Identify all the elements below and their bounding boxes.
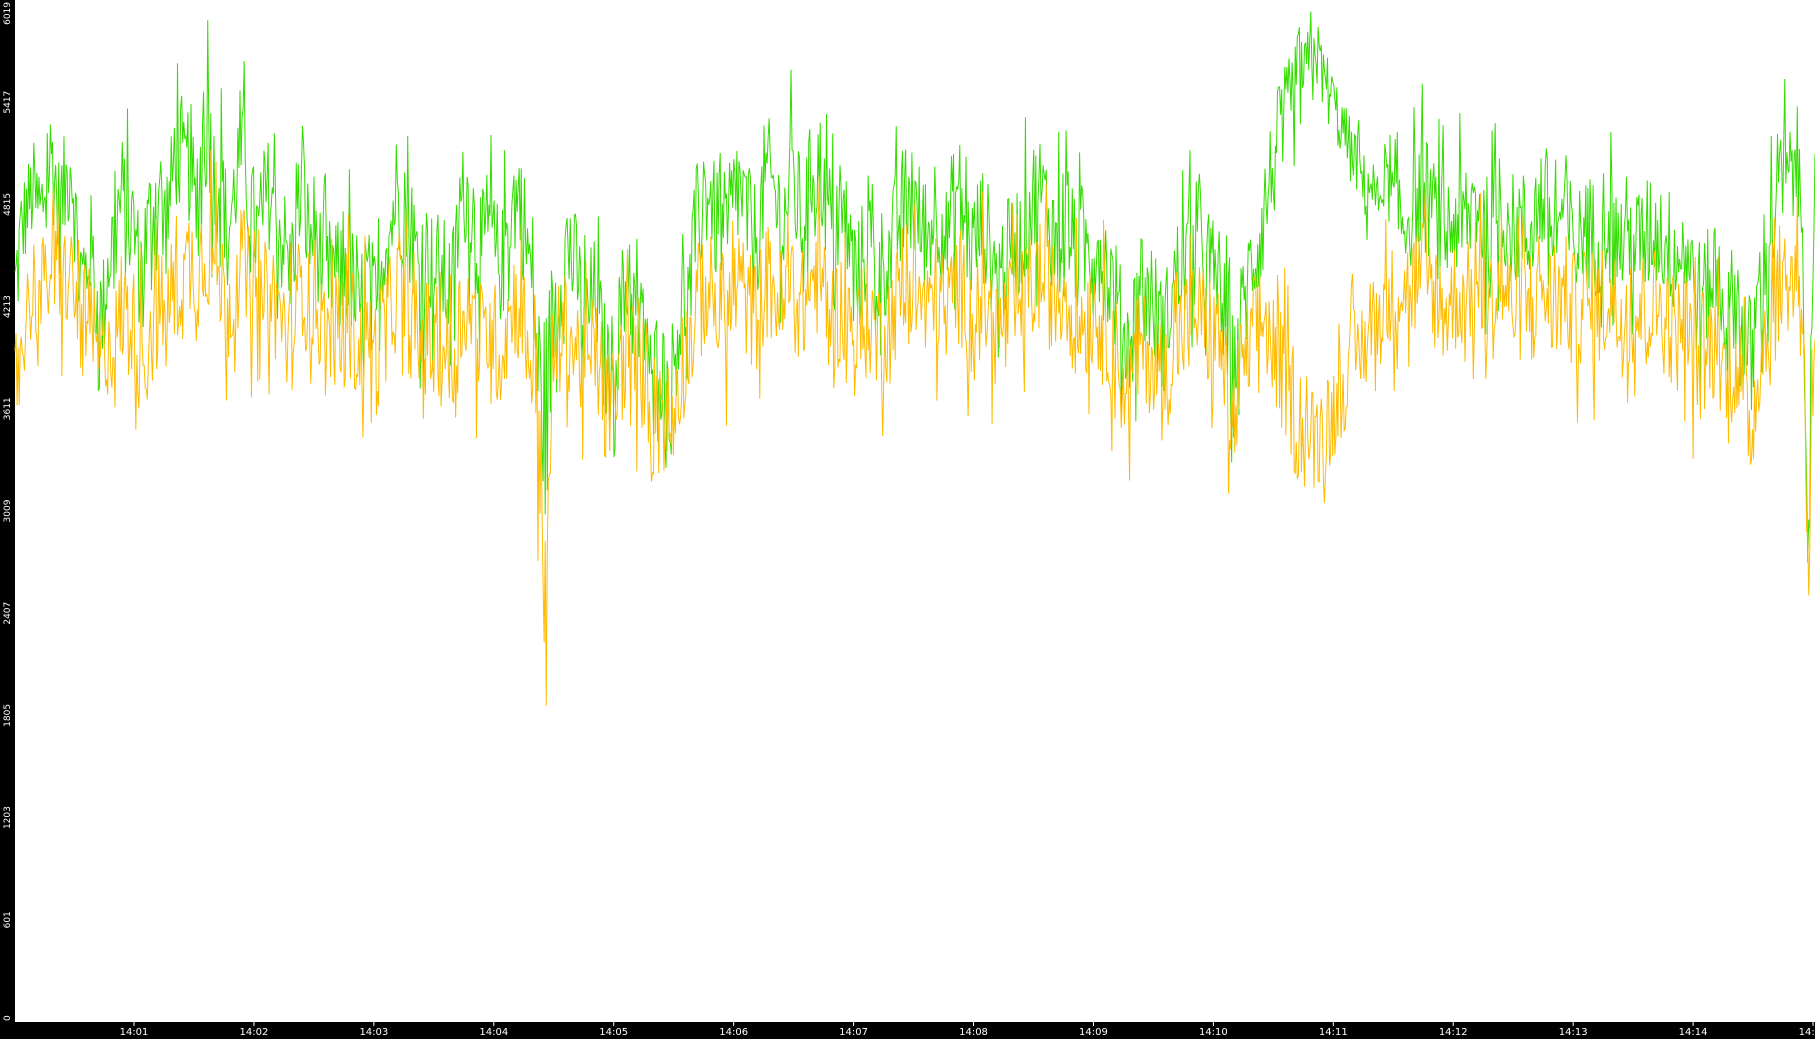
x-tick-label: 14:03 (359, 1027, 388, 1038)
x-tick-label: 14:04 (479, 1027, 508, 1038)
y-tick-label: 2407 (3, 602, 13, 625)
y-tick-label: 3611 (3, 397, 13, 420)
x-tick-label: 14:01 (120, 1027, 149, 1038)
x-tick-label: 14:14 (1679, 1027, 1708, 1038)
x-tick-label: 14:15 (1799, 1027, 1815, 1038)
x-axis-band (0, 1022, 1815, 1039)
x-tick-label: 14:07 (839, 1027, 868, 1038)
y-tick-label: 601 (3, 911, 13, 928)
y-tick-label: 6019 (3, 2, 13, 25)
x-tick-label: 14:12 (1439, 1027, 1468, 1038)
x-tick-label: 14:11 (1319, 1027, 1348, 1038)
x-tick-label: 14:05 (599, 1027, 628, 1038)
x-tick-label: 14:08 (959, 1027, 988, 1038)
x-tick-label: 14:06 (719, 1027, 748, 1038)
x-tick-label: 14:09 (1079, 1027, 1108, 1038)
x-tick-label: 14:10 (1199, 1027, 1228, 1038)
y-tick-label: 3009 (3, 499, 13, 522)
x-tick-label: 14:02 (240, 1027, 269, 1038)
plot-background (0, 0, 1815, 1039)
y-tick-label: 4213 (3, 295, 13, 318)
y-tick-label: 1805 (3, 704, 13, 727)
y-tick-label: 0 (3, 1015, 13, 1021)
line-chart: 0 601 1203 1805 2407 3009 3611 4213 4815 5417 6019… (0, 0, 1815, 1039)
x-tick-label: 14:13 (1559, 1027, 1588, 1038)
y-tick-label: 1203 (3, 806, 13, 829)
y-tick-label: 5417 (3, 91, 13, 114)
y-tick-label: 4815 (3, 193, 13, 216)
